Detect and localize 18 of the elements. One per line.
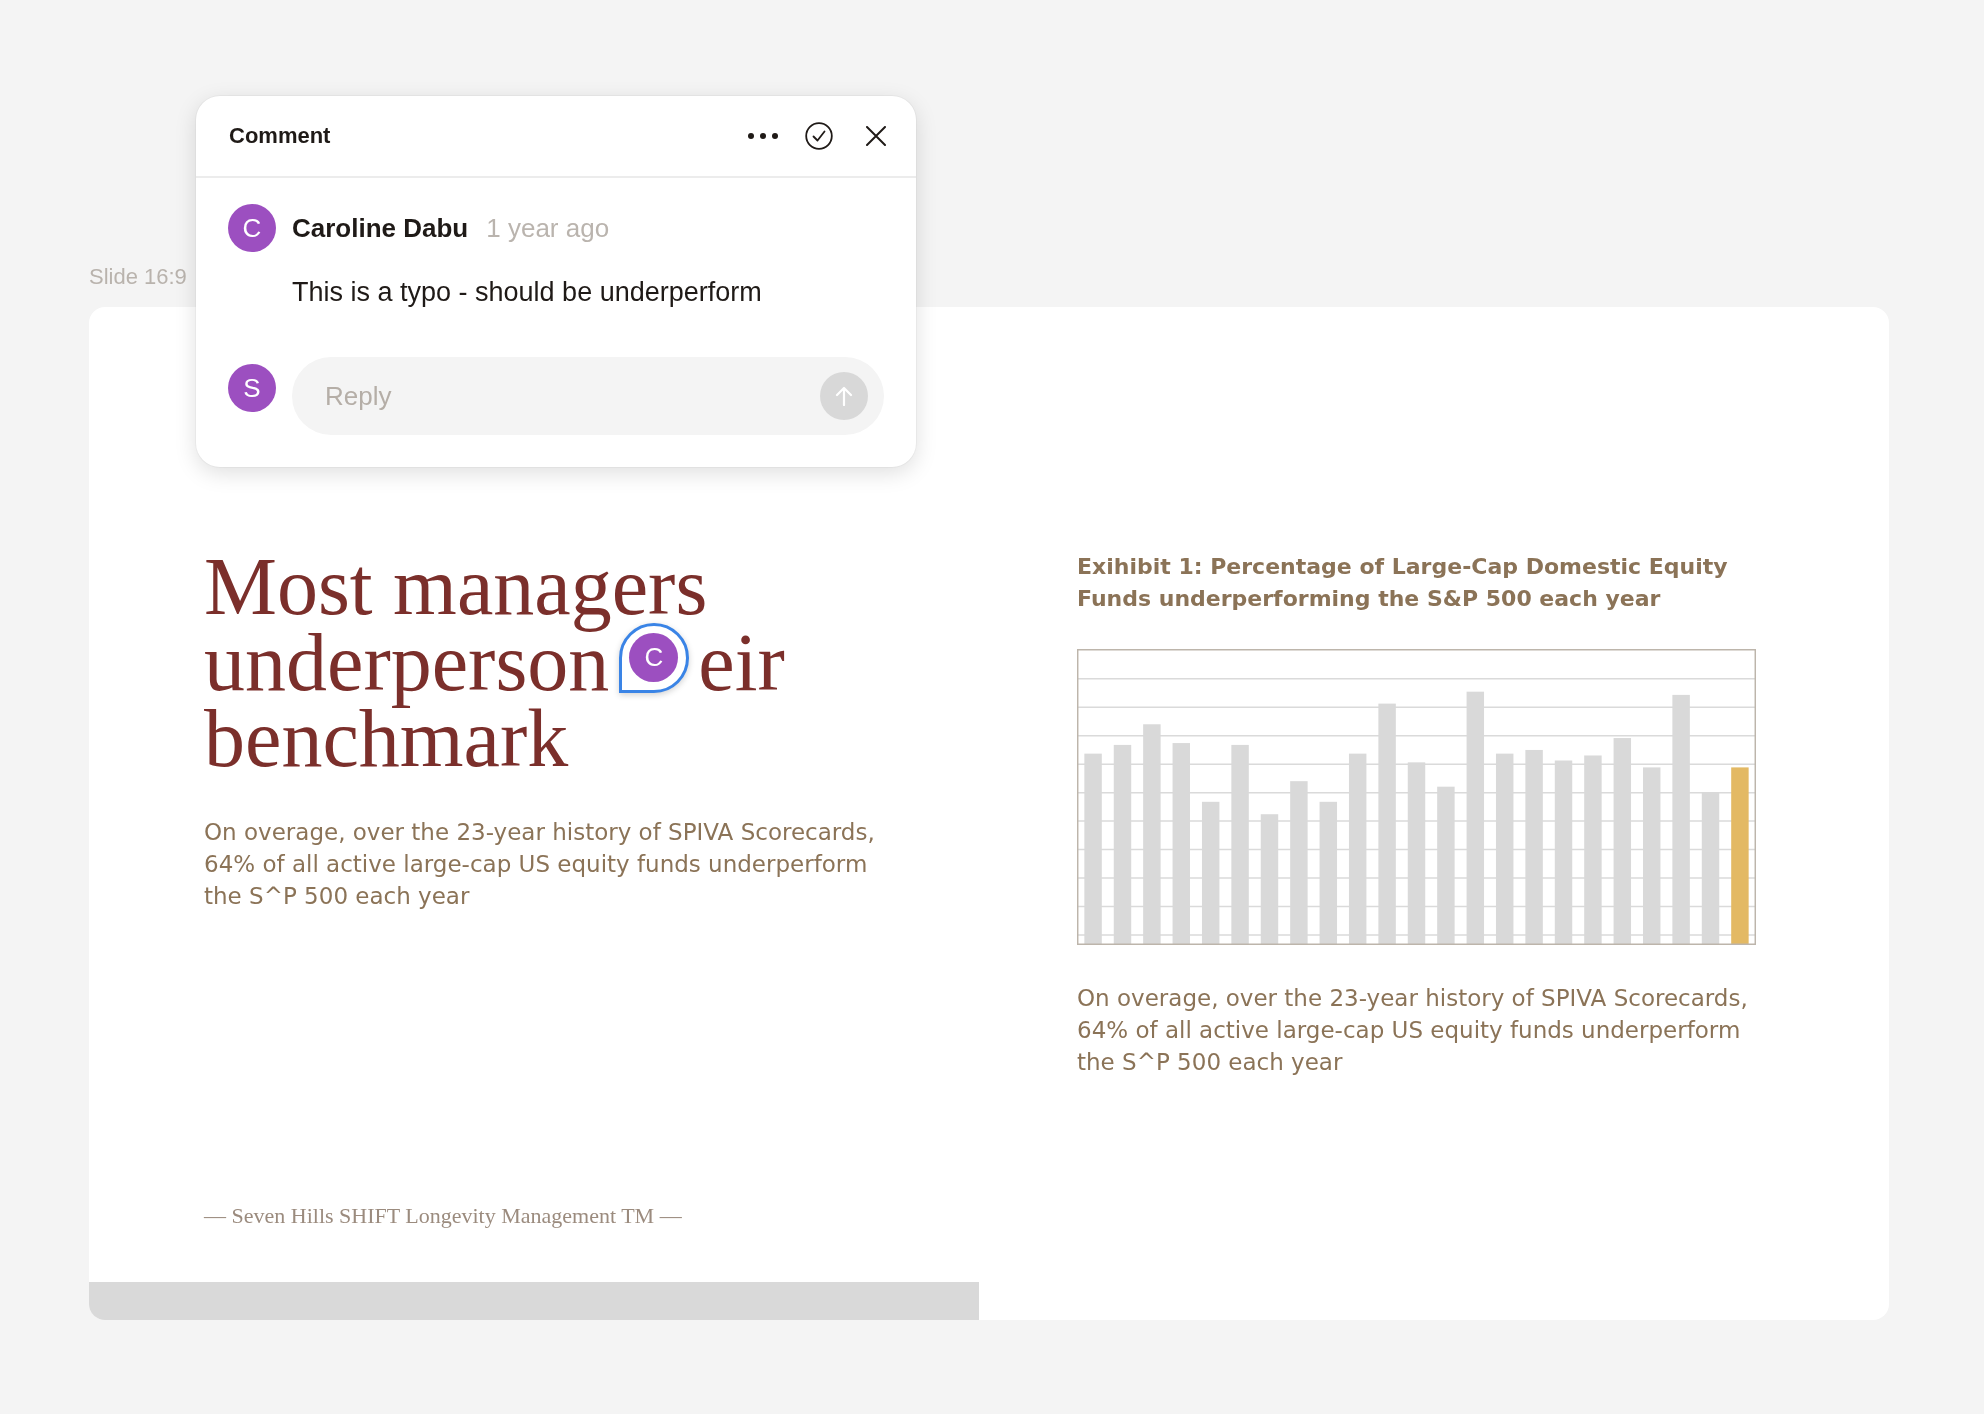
more-icon[interactable] (748, 133, 778, 139)
close-icon[interactable] (866, 126, 886, 146)
comment-text: This is a typo - should be underperform (292, 276, 762, 309)
avatar: S (228, 364, 276, 412)
slide-label: Slide 16:9 (89, 264, 187, 290)
avatar: C (228, 204, 276, 252)
reply-field[interactable]: Reply (292, 357, 884, 435)
author-name: Caroline Dabu (292, 212, 469, 244)
exhibit-title: Exihibit 1: Percentage of Large-Cap Domestic Equity Funds underperforming the S&P 500 each year (1077, 553, 1729, 613)
arrow-up-icon (835, 386, 853, 406)
comment-pin[interactable]: C (619, 623, 690, 693)
popup-title: Comment (229, 123, 331, 149)
slide-title-text: eir (698, 617, 785, 708)
footer-text: — Seven Hills SHIFT Longevity Management TM — (204, 1203, 682, 1229)
comment-time: 1 year ago (486, 212, 610, 244)
slide-paragraph: On overage, over the 23-year history of SPIVA Scorecards, 64% of all active large-cap US equity funds underperform the S^P 500 each year (204, 818, 876, 911)
chart-caption: On overage, over the 23-year history of SPIVA Scorecards, 64% of all active large-cap US equity funds underperform the S^P 500 each year (1077, 984, 1749, 1077)
check-circle-icon[interactable] (805, 122, 833, 150)
